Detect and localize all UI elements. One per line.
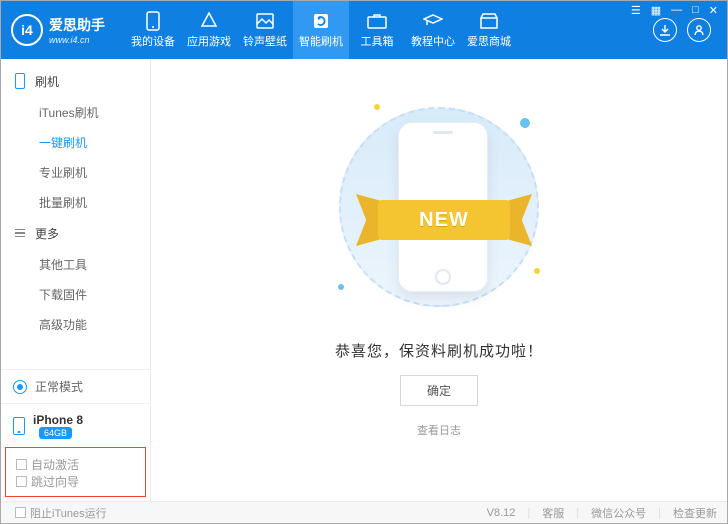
sidebar-item-label: 批量刷机 [39,194,87,211]
device-name: iPhone 8 [33,413,83,427]
support-link[interactable]: 客服 [542,505,564,521]
nav-toolbox[interactable]: 工具箱 [349,1,405,59]
checkbox-icon [16,476,27,487]
sidebar-item-label: 下载固件 [39,286,87,303]
device-icon [146,11,160,31]
toolbox-icon [367,11,387,31]
sidebar-item-pro-flash[interactable]: 专业刷机 [1,157,150,187]
sidebar-item-label: iTunes刷机 [39,104,99,121]
account-button[interactable] [687,18,711,42]
top-nav: 我的设备 应用游戏 铃声壁纸 智能刷机 工具箱 教程中心 [125,1,517,59]
body: 刷机 iTunes刷机 一键刷机 专业刷机 批量刷机 更多 其他工具 下载固件 … [1,59,727,501]
maximize-icon[interactable]: □ [692,4,699,17]
sidebar-group-label: 更多 [35,225,59,242]
wechat-link[interactable]: 微信公众号 [591,505,646,521]
header-right [653,18,711,42]
sidebar-mode[interactable]: 正常模式 [1,369,150,403]
ribbon-text: NEW [378,200,510,240]
sidebar-item-download-firmware[interactable]: 下载固件 [1,279,150,309]
logo-text: 爱思助手 www.i4.cn [49,15,105,45]
nav-my-device[interactable]: 我的设备 [125,1,181,59]
sidebar-item-onekey-flash[interactable]: 一键刷机 [1,127,150,157]
sidebar-item-advanced[interactable]: 高级功能 [1,309,150,339]
nav-apps-games[interactable]: 应用游戏 [181,1,237,59]
chk-label: 自动激活 [31,456,79,473]
app-window: ☰ ▦ — □ ✕ i4 爱思助手 www.i4.cn 我的设备 应用游戏 [0,0,728,524]
nav-label: 工具箱 [361,33,394,49]
logo-icon: i4 [11,14,43,46]
brand-logo[interactable]: i4 爱思助手 www.i4.cn [11,14,105,46]
wallpaper-icon [256,11,274,31]
sidebar-item-label: 专业刷机 [39,164,87,181]
nav-label: 铃声壁纸 [243,33,287,49]
main-content: ✦✦ NEW 恭喜您，保资料刷机成功啦！ 确定 查看日志 [151,59,727,501]
chk-label: 阻止iTunes运行 [30,505,107,521]
sidebar-options-highlight: 自动激活 跳过向导 [5,447,146,497]
nav-ringtone-wallpaper[interactable]: 铃声壁纸 [237,1,293,59]
menu-icon [15,229,25,238]
mode-label: 正常模式 [35,378,83,395]
sidebar-item-itunes-flash[interactable]: iTunes刷机 [1,97,150,127]
ok-button[interactable]: 确定 [400,375,478,406]
chk-label: 跳过向导 [31,473,79,490]
footer: 阻止iTunes运行 V8.12 | 客服 | 微信公众号 | 检查更新 [1,501,727,523]
download-button[interactable] [653,18,677,42]
sidebar-item-other-tools[interactable]: 其他工具 [1,249,150,279]
minimize-icon[interactable]: — [671,4,682,17]
flash-icon [312,11,330,31]
view-log-link[interactable]: 查看日志 [417,422,461,438]
sidebar-group-label: 刷机 [35,73,59,90]
check-update-link[interactable]: 检查更新 [673,505,717,521]
sidebar-group-flash[interactable]: 刷机 [1,65,150,97]
header: i4 爱思助手 www.i4.cn 我的设备 应用游戏 铃声壁纸 智能刷机 [1,1,727,59]
success-text: 恭喜您，保资料刷机成功啦！ [335,340,543,361]
device-icon [13,417,25,435]
nav-label: 爱思商城 [467,33,511,49]
checkbox-icon [16,459,27,470]
sidebar-item-label: 其他工具 [39,256,87,273]
mode-icon [13,380,27,394]
sidebar-menu: 刷机 iTunes刷机 一键刷机 专业刷机 批量刷机 更多 其他工具 下载固件 … [1,59,150,369]
sidebar-group-more[interactable]: 更多 [1,217,150,249]
sidebar: 刷机 iTunes刷机 一键刷机 专业刷机 批量刷机 更多 其他工具 下载固件 … [1,59,151,501]
sidebar-item-label: 一键刷机 [39,134,87,151]
sidebar-device[interactable]: iPhone 8 64GB [1,403,150,447]
nav-label: 教程中心 [411,33,455,49]
storage-badge: 64GB [39,427,72,439]
chk-block-itunes[interactable]: 阻止iTunes运行 [15,505,107,521]
footer-right: V8.12 | 客服 | 微信公众号 | 检查更新 [487,505,717,521]
phone-icon [15,73,25,89]
cart-icon[interactable]: ☰ [631,4,641,17]
nav-label: 我的设备 [131,33,175,49]
nav-store[interactable]: 爱思商城 [461,1,517,59]
nav-tutorials[interactable]: 教程中心 [405,1,461,59]
checkbox-icon [15,507,26,518]
window-controls: ☰ ▦ — □ ✕ [631,4,718,17]
sidebar-item-batch-flash[interactable]: 批量刷机 [1,187,150,217]
chk-skip-guide[interactable]: 跳过向导 [16,473,79,490]
brand-site: www.i4.cn [49,35,105,45]
new-ribbon: NEW [356,192,532,248]
nav-smart-flash[interactable]: 智能刷机 [293,1,349,59]
sidebar-item-label: 高级功能 [39,316,87,333]
skin-icon[interactable]: ▦ [651,4,661,17]
apps-icon [200,11,218,31]
store-icon [479,11,499,31]
tutorial-icon [423,11,443,31]
close-icon[interactable]: ✕ [709,4,718,17]
nav-label: 智能刷机 [299,33,343,49]
nav-label: 应用游戏 [187,33,231,49]
chk-auto-activate[interactable]: 自动激活 [16,456,79,473]
brand-name: 爱思助手 [49,15,105,35]
success-illustration: ✦✦ NEW [324,92,554,322]
version-label: V8.12 [487,507,516,519]
